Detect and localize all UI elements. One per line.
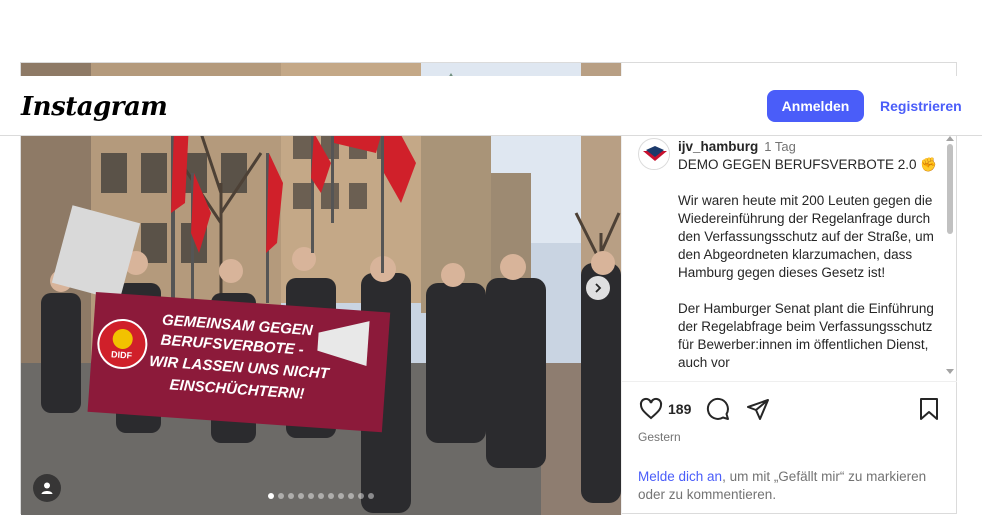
carousel-dot xyxy=(338,493,344,499)
user-tag-button[interactable] xyxy=(33,474,61,502)
carousel-dot xyxy=(328,493,334,499)
carousel-indicator xyxy=(268,493,374,499)
login-link[interactable]: Melde dich an xyxy=(638,469,722,484)
carousel-dot xyxy=(298,493,304,499)
caption-text: DEMO GEGEN BERUFSVERBOTE 2.0 ✊ Wir waren… xyxy=(678,157,938,370)
login-button[interactable]: Anmelden xyxy=(767,90,864,122)
post-date: Gestern xyxy=(638,430,681,444)
share-button[interactable] xyxy=(745,396,771,422)
send-icon xyxy=(747,399,770,420)
post-username[interactable]: ijv_hamburg xyxy=(678,139,758,154)
scroll-up-arrow[interactable] xyxy=(946,136,954,141)
comment-button[interactable] xyxy=(705,396,731,422)
carousel-next-button[interactable] xyxy=(586,276,610,300)
bookmark-icon xyxy=(920,398,938,420)
save-button[interactable] xyxy=(916,396,942,422)
like-button[interactable] xyxy=(638,396,664,422)
register-link[interactable]: Registrieren xyxy=(880,98,962,114)
caption-area: ijv_hamburg 1 Tag DEMO GEGEN BERUFSVERBOT… xyxy=(622,136,957,381)
carousel-dot xyxy=(358,493,364,499)
instagram-logo[interactable]: Instagram xyxy=(21,92,168,122)
carousel-dot xyxy=(278,493,284,499)
post-caption: ijv_hamburg 1 Tag DEMO GEGEN BERUFSVERBOT… xyxy=(678,138,943,372)
chevron-right-icon xyxy=(595,283,602,293)
profile-logo-icon xyxy=(640,140,669,169)
carousel-dot xyxy=(318,493,324,499)
post-actions: 189 Gestern Melde dich an, um mit „Gefäl… xyxy=(622,381,957,515)
heart-icon xyxy=(639,397,663,420)
top-navigation: Instagram Anmelden Registrieren xyxy=(0,76,982,136)
like-count[interactable]: 189 xyxy=(668,401,691,417)
login-prompt: Melde dich an, um mit „Gefällt mir“ zu m… xyxy=(638,468,948,504)
avatar[interactable] xyxy=(638,138,670,170)
carousel-dot xyxy=(348,493,354,499)
carousel-dot xyxy=(268,493,274,499)
caption-scrollbar[interactable] xyxy=(944,136,956,381)
carousel-dot xyxy=(368,493,374,499)
banner-logo-text: DIDF xyxy=(111,349,133,360)
post-time: 1 Tag xyxy=(764,139,796,154)
user-tag-icon xyxy=(41,482,53,494)
carousel-dot xyxy=(308,493,314,499)
comment-icon xyxy=(707,397,730,420)
scroll-thumb[interactable] xyxy=(947,144,953,234)
carousel-dot xyxy=(288,493,294,499)
scroll-down-arrow[interactable] xyxy=(946,369,954,374)
